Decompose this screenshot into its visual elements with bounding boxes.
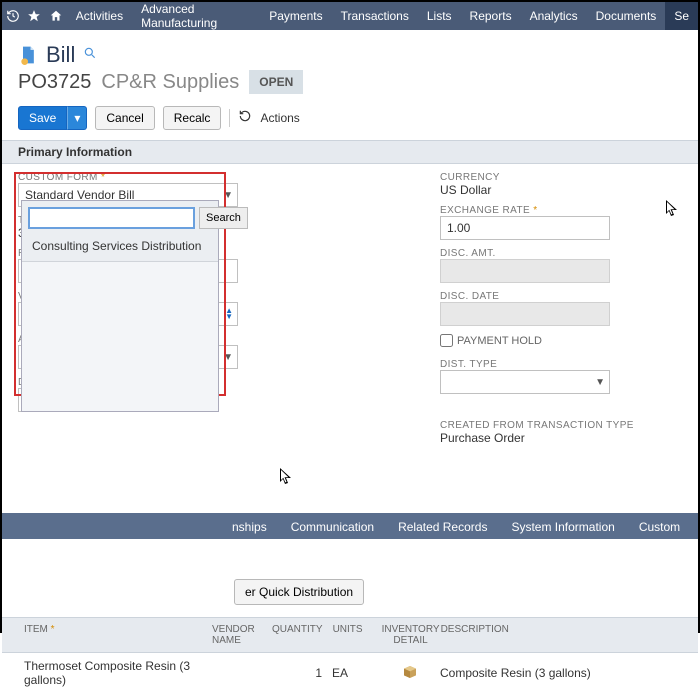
subtab-bar: nships Communication Related Records Sys… <box>2 513 698 539</box>
tab-advanced-manufacturing[interactable]: Advanced Manufac <box>692 515 700 539</box>
section-primary-information: Primary Information <box>2 140 698 164</box>
tab-relationships[interactable]: nships <box>220 515 279 539</box>
popup-empty-area <box>22 261 218 411</box>
package-icon[interactable] <box>402 664 418 680</box>
payment-hold-checkbox[interactable] <box>440 334 453 347</box>
payment-hold-label: PAYMENT HOLD <box>457 335 542 347</box>
disc-amt-label: DISC. AMT. <box>440 248 682 259</box>
recalc-button[interactable]: Recalc <box>163 106 222 130</box>
tab-system-information[interactable]: System Information <box>499 515 626 539</box>
col-units: UNITS <box>333 624 381 646</box>
popup-option-consulting[interactable]: Consulting Services Distribution <box>22 235 218 261</box>
col-item: ITEM <box>24 624 55 635</box>
record-id: PO3725 <box>18 71 91 94</box>
currency-label: CURRENCY <box>440 172 682 183</box>
history-icon[interactable] <box>2 2 24 30</box>
reset-icon[interactable] <box>238 109 252 128</box>
created-from-value: Purchase Order <box>440 431 660 445</box>
page-title: Bill <box>46 42 75 68</box>
cell-units: EA <box>332 666 380 680</box>
quick-distribution-button[interactable]: er Quick Distribution <box>234 579 364 605</box>
exchange-rate-label: EXCHANGE RATE <box>440 205 682 216</box>
actions-menu[interactable]: Actions <box>260 111 299 125</box>
status-badge: OPEN <box>249 70 303 94</box>
nav-lists[interactable]: Lists <box>418 2 461 30</box>
popup-search-button[interactable]: Search <box>199 207 248 229</box>
chevron-down-icon[interactable]: ▼ <box>223 352 233 363</box>
record-vendor: CP&R Supplies <box>101 71 239 94</box>
cursor-icon <box>666 200 680 223</box>
nav-analytics[interactable]: Analytics <box>521 2 587 30</box>
custom-form-label: CUSTOM FORM <box>18 172 260 183</box>
currency-value: US Dollar <box>440 183 660 197</box>
nav-adv-mfg[interactable]: Advanced Manufacturing <box>132 2 260 30</box>
cancel-button[interactable]: Cancel <box>95 106 154 130</box>
divider <box>229 109 230 127</box>
table-row[interactable]: Thermoset Composite Resin (3 gallons) 1 … <box>2 653 698 693</box>
tab-custom[interactable]: Custom <box>627 515 692 539</box>
col-description: DESCRIPTION <box>441 624 698 646</box>
dist-template-popup: Search Consulting Services Distribution <box>21 200 219 412</box>
popup-search-input[interactable] <box>28 207 195 229</box>
nav-transactions[interactable]: Transactions <box>332 2 418 30</box>
top-nav: Activities Advanced Manufacturing Paymen… <box>2 2 698 30</box>
disc-date-input[interactable] <box>440 302 610 326</box>
form-right-column: CURRENCY US Dollar EXCHANGE RATE 1.00 DI… <box>300 172 682 453</box>
exchange-rate-input[interactable]: 1.00 <box>440 216 610 240</box>
chevron-down-icon[interactable]: ▼ <box>595 377 605 388</box>
nav-activities[interactable]: Activities <box>67 2 132 30</box>
save-menu-button[interactable]: ▾ <box>67 106 87 130</box>
search-icon[interactable] <box>83 46 97 65</box>
cell-inventory-detail[interactable] <box>380 664 440 683</box>
tab-communication[interactable]: Communication <box>279 515 386 539</box>
exchange-rate-value: 1.00 <box>447 221 470 235</box>
chevron-down-icon[interactable]: ▼ <box>223 190 233 201</box>
disc-amt-input[interactable] <box>440 259 610 283</box>
disc-date-label: DISC. DATE <box>440 291 682 302</box>
col-quantity: QUANTITY <box>272 624 333 646</box>
cell-quantity: 1 <box>272 666 332 680</box>
dist-type-select[interactable]: ▼ <box>440 370 610 394</box>
nav-reports[interactable]: Reports <box>461 2 521 30</box>
bill-icon <box>18 44 38 66</box>
cursor-icon <box>280 468 294 491</box>
page-header: Bill PO3725 CP&R Supplies OPEN <box>2 30 698 100</box>
created-from-label: CREATED FROM TRANSACTION TYPE <box>440 420 682 431</box>
dist-type-label: DIST. TYPE <box>440 359 682 370</box>
nav-more[interactable]: Se <box>665 2 698 30</box>
star-icon[interactable] <box>24 2 46 30</box>
nav-payments[interactable]: Payments <box>260 2 331 30</box>
save-button[interactable]: Save <box>18 106 67 130</box>
tab-related-records[interactable]: Related Records <box>386 515 499 539</box>
cell-description: Composite Resin (3 gallons) <box>440 666 698 680</box>
action-bar: Save ▾ Cancel Recalc Actions <box>2 100 698 140</box>
col-vendor-name: VENDOR NAME <box>212 624 272 646</box>
item-grid-header: ITEM VENDOR NAME QUANTITY UNITS INVENTOR… <box>2 617 698 653</box>
col-inventory-detail: INVENTORY DETAIL <box>381 624 441 646</box>
cell-item: Thermoset Composite Resin (3 gallons) <box>2 659 212 687</box>
double-chevron-icon[interactable]: ▲▼ <box>225 308 233 320</box>
nav-documents[interactable]: Documents <box>587 2 666 30</box>
home-icon[interactable] <box>45 2 67 30</box>
